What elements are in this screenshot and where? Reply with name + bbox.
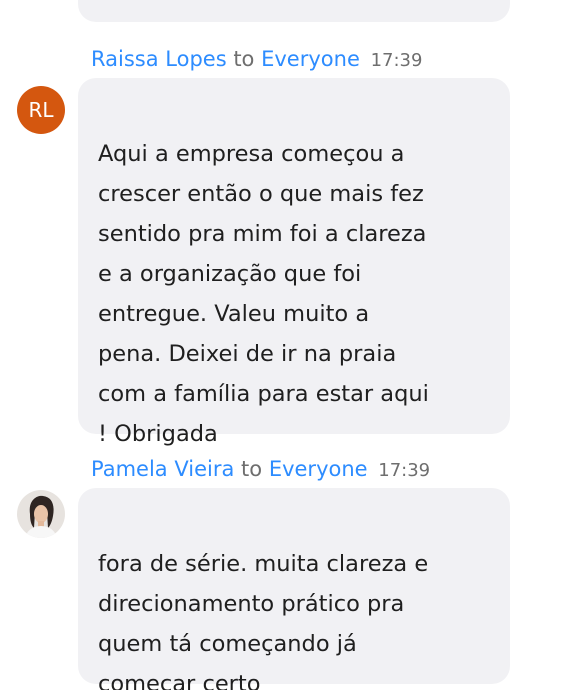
avatar: RL <box>17 86 65 134</box>
message-bubble: Aqui a empresa começou a crescer então o… <box>78 78 510 447</box>
sender-name[interactable]: Raissa Lopes <box>91 47 227 71</box>
recipient-name[interactable]: Everyone <box>269 457 368 481</box>
user-photo-icon <box>17 490 65 538</box>
avatar-initials: RL <box>28 98 54 122</box>
message-header: Raissa Lopes to Everyone 17:39 <box>91 44 422 74</box>
message-header: Pamela Vieira to Everyone 17:39 <box>91 454 430 484</box>
to-label: to <box>233 47 255 71</box>
chat-panel: RL Raissa Lopes to Everyone 17:39 Aqui a… <box>0 0 574 690</box>
previous-message-bubble <box>78 0 510 22</box>
avatar <box>17 490 65 538</box>
sender-name[interactable]: Pamela Vieira <box>91 457 234 481</box>
to-label: to <box>241 457 263 481</box>
recipient-name[interactable]: Everyone <box>261 47 360 71</box>
message-bubble: fora de série. muita clareza e direciona… <box>78 488 510 690</box>
timestamp: 17:39 <box>370 50 423 71</box>
message-text: fora de série. muita clareza e direciona… <box>98 551 429 690</box>
timestamp: 17:39 <box>378 460 431 481</box>
message-text: Aqui a empresa começou a crescer então o… <box>98 141 429 447</box>
